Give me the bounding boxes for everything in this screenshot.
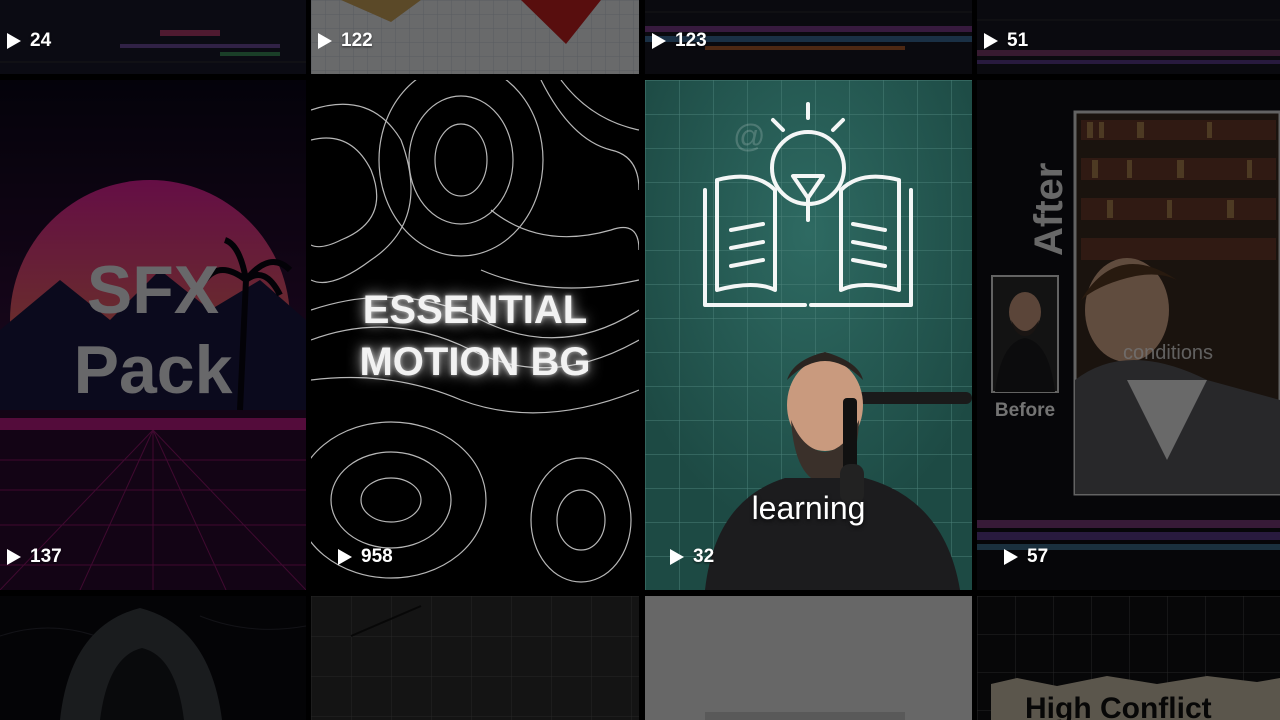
title-line-1: ESSENTIAL — [362, 288, 588, 332]
play-icon — [338, 549, 352, 565]
play-count: 32 — [667, 546, 714, 568]
video-tile-6[interactable]: ESSENTIAL MOTION BG 958 — [311, 80, 639, 590]
hooded-figure-thumb — [0, 608, 306, 720]
title-line-1: SFX — [86, 252, 220, 328]
grunge-texture-thumb — [311, 596, 639, 720]
caption: conditions — [1123, 342, 1214, 364]
caption: learning — [751, 490, 866, 526]
play-count: 24 — [4, 30, 51, 52]
play-count-value: 57 — [1027, 546, 1049, 567]
title-line-2: Pack — [73, 332, 233, 408]
video-tile-11[interactable] — [645, 596, 972, 720]
play-icon — [1004, 549, 1018, 565]
video-tile-1[interactable]: 24 — [0, 0, 306, 74]
play-count: 51 — [981, 30, 1028, 52]
play-count-value: 122 — [341, 30, 373, 51]
play-count-value: 958 — [361, 546, 393, 567]
play-count-value: 32 — [693, 546, 715, 567]
play-count: 122 — [315, 30, 373, 52]
video-grid: 24 122 123 51 SFX Pack 137 ESSENTIAL MOT… — [0, 0, 1280, 720]
play-count: 57 — [1001, 546, 1048, 568]
video-tile-8[interactable]: After Before conditions 57 — [977, 80, 1280, 590]
play-icon — [7, 33, 21, 49]
play-count-value: 123 — [675, 30, 707, 51]
play-count: 123 — [649, 30, 707, 52]
video-tile-9[interactable] — [0, 596, 306, 720]
paper-texture-thumb — [645, 596, 972, 720]
title-line-2: MOTION BG — [359, 340, 591, 384]
after-label: After — [1027, 162, 1071, 256]
play-count: 137 — [4, 546, 62, 568]
before-after-thumb — [977, 80, 1280, 590]
video-tile-3[interactable]: 123 — [645, 0, 972, 74]
video-tile-2[interactable]: 122 — [311, 0, 639, 74]
video-tile-5[interactable]: SFX Pack 137 — [0, 80, 306, 590]
tile-title: High Conflict — [1025, 692, 1212, 720]
play-icon — [652, 33, 666, 49]
play-count: 958 — [335, 546, 393, 568]
play-icon — [984, 33, 998, 49]
play-icon — [7, 549, 21, 565]
tile-title: ESSENTIAL MOTION BG — [311, 284, 639, 388]
video-tile-12[interactable]: High Conflict — [977, 596, 1280, 720]
play-count-value: 24 — [30, 30, 52, 51]
video-tile-7[interactable]: @ learning 32 — [645, 80, 972, 590]
play-count-value: 137 — [30, 546, 62, 567]
before-label: Before — [994, 400, 1056, 421]
play-icon — [318, 33, 332, 49]
play-count-value: 51 — [1007, 30, 1029, 51]
video-tile-10[interactable] — [311, 596, 639, 720]
play-icon — [670, 549, 684, 565]
watermark: @ — [733, 118, 766, 154]
tile-title: SFX Pack — [0, 250, 306, 410]
video-tile-4[interactable]: 51 — [977, 0, 1280, 74]
